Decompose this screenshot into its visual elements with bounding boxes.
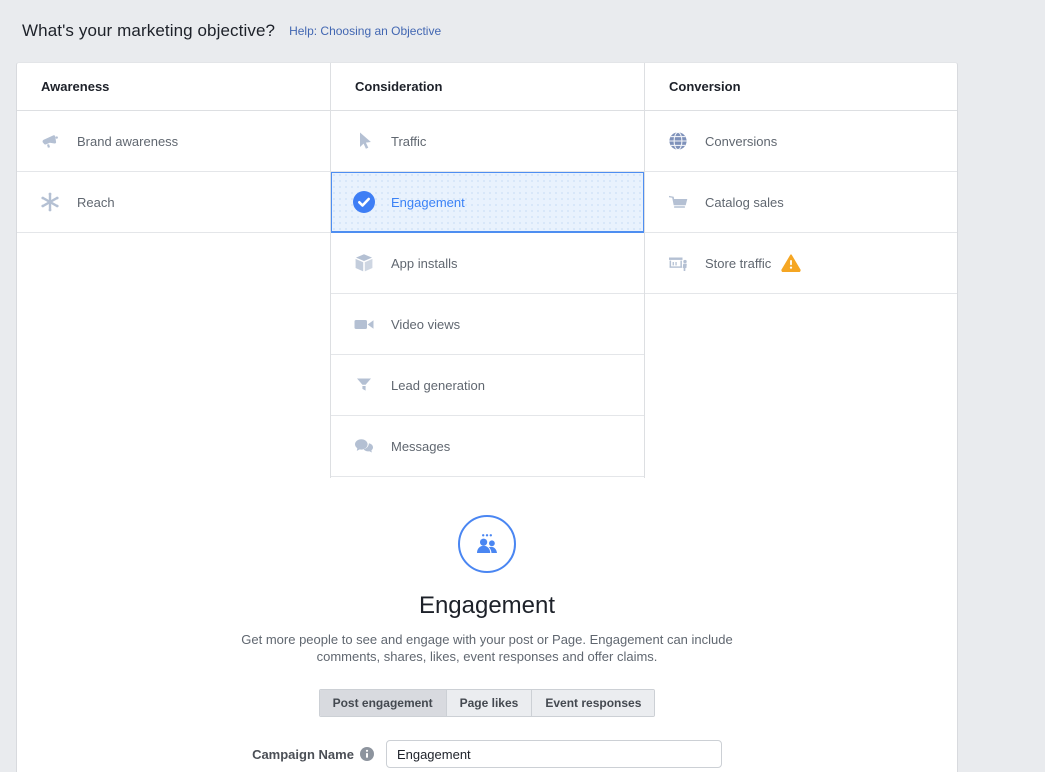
video-camera-icon: [351, 311, 377, 337]
objective-row-engagement[interactable]: Engagement: [331, 172, 644, 233]
engagement-people-icon: [458, 515, 516, 573]
objective-label: Brand awareness: [77, 134, 178, 149]
column-header-awareness: Awareness: [17, 63, 330, 111]
tab-page-likes[interactable]: Page likes: [447, 690, 533, 716]
objective-row-video-views[interactable]: Video views: [331, 294, 644, 355]
objective-row-app-installs[interactable]: App installs: [331, 233, 644, 294]
campaign-name-input[interactable]: [386, 740, 722, 768]
objective-table: Awareness Brand awareness Reach Consider…: [17, 63, 957, 478]
objective-row-messages[interactable]: Messages: [331, 416, 644, 477]
objective-label: Reach: [77, 195, 115, 210]
engagement-type-tabs: Post engagement Page likes Event respons…: [319, 689, 656, 717]
globe-icon: [665, 128, 691, 154]
reach-burst-icon: [37, 189, 63, 215]
help-link[interactable]: Help: Choosing an Objective: [289, 24, 441, 38]
page-header: What's your marketing objective? Help: C…: [0, 0, 1045, 62]
cursor-icon: [351, 128, 377, 154]
megaphone-icon: [37, 128, 63, 154]
column-conversion: Conversion Conversions Catalog sales Sto…: [645, 63, 957, 478]
objective-label: Traffic: [391, 134, 426, 149]
column-awareness: Awareness Brand awareness Reach: [17, 63, 331, 478]
tab-post-engagement[interactable]: Post engagement: [320, 690, 447, 716]
page-title: What's your marketing objective?: [22, 21, 275, 41]
tab-event-responses[interactable]: Event responses: [532, 690, 654, 716]
objective-label: Store traffic: [705, 256, 771, 271]
storefront-icon: [665, 250, 691, 276]
campaign-name-row: Campaign Name: [17, 740, 957, 768]
cart-icon: [665, 189, 691, 215]
objective-row-catalog-sales[interactable]: Catalog sales: [645, 172, 957, 233]
cube-icon: [351, 250, 377, 276]
detail-title: Engagement: [17, 592, 957, 620]
objective-label: App installs: [391, 256, 457, 271]
column-consideration: Consideration Traffic Engagement App ins…: [331, 63, 645, 478]
objective-row-reach[interactable]: Reach: [17, 172, 330, 233]
objective-label: Video views: [391, 317, 460, 332]
objective-label: Engagement: [391, 195, 465, 210]
check-circle-icon: [351, 189, 377, 215]
column-header-conversion: Conversion: [645, 63, 957, 111]
chat-bubbles-icon: [351, 433, 377, 459]
objective-row-conversions[interactable]: Conversions: [645, 111, 957, 172]
funnel-icon: [351, 372, 377, 398]
objective-detail: Engagement Get more people to see and en…: [17, 515, 957, 768]
objective-label: Lead generation: [391, 378, 485, 393]
warning-icon: [781, 254, 801, 272]
detail-description: Get more people to see and engage with y…: [227, 632, 747, 665]
objective-label: Catalog sales: [705, 195, 784, 210]
objective-row-traffic[interactable]: Traffic: [331, 111, 644, 172]
objective-label: Conversions: [705, 134, 777, 149]
objective-row-store-traffic[interactable]: Store traffic: [645, 233, 957, 294]
objective-row-lead-generation[interactable]: Lead generation: [331, 355, 644, 416]
info-icon[interactable]: [360, 747, 374, 761]
objective-row-brand-awareness[interactable]: Brand awareness: [17, 111, 330, 172]
column-header-consideration: Consideration: [331, 63, 644, 111]
objective-label: Messages: [391, 439, 450, 454]
content-panel: Awareness Brand awareness Reach Consider…: [16, 62, 958, 772]
campaign-name-label: Campaign Name: [252, 747, 354, 762]
